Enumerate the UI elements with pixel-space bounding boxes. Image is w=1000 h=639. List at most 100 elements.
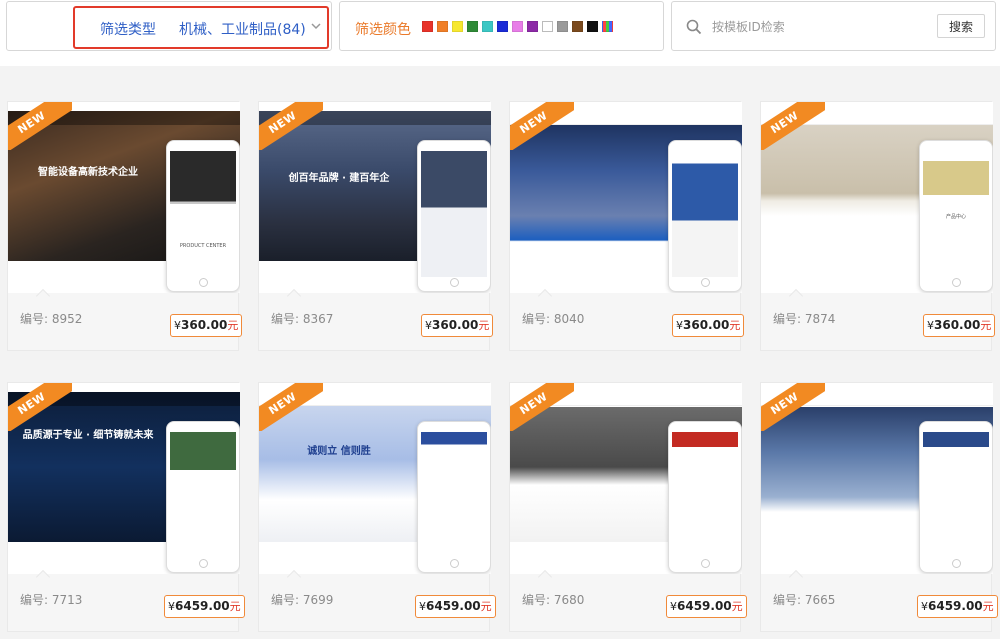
price-unit: 元 xyxy=(227,319,239,332)
template-id: 编号: 8040 xyxy=(522,312,585,326)
color-swatch[interactable] xyxy=(512,21,523,32)
template-card[interactable]: 创百年品牌 · 建百年企 NEW 编号: 8367 ¥360.00元 xyxy=(258,101,494,351)
template-hero-text: 创百年品牌 · 建百年企 xyxy=(288,173,390,184)
template-preview[interactable]: NEW xyxy=(510,102,742,293)
color-swatch[interactable] xyxy=(467,21,478,32)
type-filter-value[interactable]: 机械、工业制品(84) xyxy=(179,19,306,39)
currency-symbol: ¥ xyxy=(670,600,677,613)
price-value: 360.00 xyxy=(181,318,228,332)
template-card[interactable]: NEW 编号: 7665 ¥6459.00元 xyxy=(760,382,998,632)
price-value: 360.00 xyxy=(683,318,730,332)
currency-symbol: ¥ xyxy=(927,319,934,332)
template-preview[interactable]: NEW xyxy=(510,383,742,574)
template-card[interactable]: 产品中心 NEW 编号: 7874 ¥360.00元 xyxy=(760,101,996,351)
template-preview[interactable]: 品质源于专业 · 细节铸就未来 NEW xyxy=(8,383,240,574)
new-badge: NEW xyxy=(259,102,323,150)
color-swatch[interactable] xyxy=(452,21,463,32)
price-unit: 元 xyxy=(731,600,743,613)
new-badge: NEW xyxy=(510,102,574,150)
color-swatch[interactable] xyxy=(497,21,508,32)
price-tag: ¥6459.00元 xyxy=(917,595,998,618)
price-unit: 元 xyxy=(980,319,992,332)
price-tag: ¥360.00元 xyxy=(170,314,243,337)
new-badge: NEW xyxy=(510,383,574,431)
template-preview[interactable]: 智能设备高新技术企业 PRODUCT CENTER NEW xyxy=(8,102,240,293)
template-card[interactable]: 智能设备高新技术企业 PRODUCT CENTER NEW 编号: 8952 ¥… xyxy=(7,101,243,351)
new-badge-text: NEW xyxy=(259,383,323,431)
template-id: 编号: 7874 xyxy=(773,312,836,326)
color-swatch[interactable] xyxy=(437,21,448,32)
mobile-preview xyxy=(417,421,491,573)
new-badge-text: NEW xyxy=(8,102,72,150)
template-card[interactable]: NEW 编号: 8040 ¥360.00元 xyxy=(509,101,745,351)
price-unit: 元 xyxy=(480,600,492,613)
price-tag: ¥6459.00元 xyxy=(164,595,245,618)
search-button[interactable]: 搜索 xyxy=(937,14,985,38)
color-filter: 筛选颜色 xyxy=(339,1,664,51)
new-badge: NEW xyxy=(761,383,825,431)
color-swatch[interactable] xyxy=(527,21,538,32)
phone-home-button xyxy=(952,559,961,568)
template-id: 编号: 8952 xyxy=(20,312,83,326)
template-id: 编号: 7699 xyxy=(271,593,334,607)
new-badge-text: NEW xyxy=(761,102,825,150)
color-swatch[interactable] xyxy=(602,21,613,32)
mobile-screen: 产品中心 xyxy=(923,151,989,277)
template-preview[interactable]: 诚则立 信则胜 NEW xyxy=(259,383,491,574)
type-filter-dropdown[interactable]: 筛选类型 机械、工业制品(84) xyxy=(6,1,332,51)
template-id: 编号: 7680 xyxy=(522,593,585,607)
new-badge-text: NEW xyxy=(8,383,72,431)
new-badge-text: NEW xyxy=(259,102,323,150)
mobile-screen: PRODUCT CENTER xyxy=(170,151,236,277)
color-swatch[interactable] xyxy=(422,21,433,32)
mobile-preview xyxy=(668,140,742,292)
template-hero-text: 智能设备高新技术企业 xyxy=(38,167,138,178)
phone-home-button xyxy=(199,559,208,568)
color-swatch[interactable] xyxy=(572,21,583,32)
color-swatch[interactable] xyxy=(587,21,598,32)
currency-symbol: ¥ xyxy=(676,319,683,332)
mobile-preview: PRODUCT CENTER xyxy=(166,140,240,292)
color-swatch[interactable] xyxy=(557,21,568,32)
price-value: 360.00 xyxy=(432,318,479,332)
mobile-screen xyxy=(672,432,738,558)
mobile-preview: 产品中心 xyxy=(919,140,993,292)
mobile-screen xyxy=(421,151,487,277)
currency-symbol: ¥ xyxy=(921,600,928,613)
chevron-down-icon[interactable] xyxy=(310,20,322,32)
currency-symbol: ¥ xyxy=(168,600,175,613)
mobile-preview xyxy=(668,421,742,573)
search-input[interactable] xyxy=(712,15,934,39)
price-tag: ¥360.00元 xyxy=(421,314,494,337)
color-swatches xyxy=(422,21,613,32)
template-card[interactable]: 诚则立 信则胜 NEW 编号: 7699 ¥6459.00元 xyxy=(258,382,496,632)
phone-home-button xyxy=(701,559,710,568)
price-unit: 元 xyxy=(729,319,741,332)
price-value: 6459.00 xyxy=(677,599,732,613)
template-preview[interactable]: NEW xyxy=(761,383,993,574)
new-badge: NEW xyxy=(761,102,825,150)
mobile-screen xyxy=(421,432,487,558)
currency-symbol: ¥ xyxy=(174,319,181,332)
price-value: 6459.00 xyxy=(928,599,983,613)
color-filter-label: 筛选颜色 xyxy=(355,22,411,38)
template-id: 编号: 7713 xyxy=(20,593,83,607)
price-tag: ¥6459.00元 xyxy=(666,595,747,618)
template-card[interactable]: NEW 编号: 7680 ¥6459.00元 xyxy=(509,382,747,632)
price-unit: 元 xyxy=(478,319,490,332)
price-unit: 元 xyxy=(229,600,241,613)
new-badge: NEW xyxy=(8,102,72,150)
price-tag: ¥360.00元 xyxy=(923,314,996,337)
phone-home-button xyxy=(199,278,208,287)
price-value: 360.00 xyxy=(934,318,981,332)
template-preview[interactable]: 创百年品牌 · 建百年企 NEW xyxy=(259,102,491,293)
template-card[interactable]: 品质源于专业 · 细节铸就未来 NEW 编号: 7713 ¥6459.00元 xyxy=(7,382,245,632)
template-preview[interactable]: 产品中心 NEW xyxy=(761,102,993,293)
template-id: 编号: 7665 xyxy=(773,593,836,607)
color-swatch[interactable] xyxy=(482,21,493,32)
new-badge-text: NEW xyxy=(510,102,574,150)
filter-bar: 筛选类型 机械、工业制品(84) 筛选颜色 搜索 xyxy=(0,0,1000,66)
color-swatch[interactable] xyxy=(542,21,553,32)
mobile-preview xyxy=(166,421,240,573)
price-value: 6459.00 xyxy=(175,599,230,613)
